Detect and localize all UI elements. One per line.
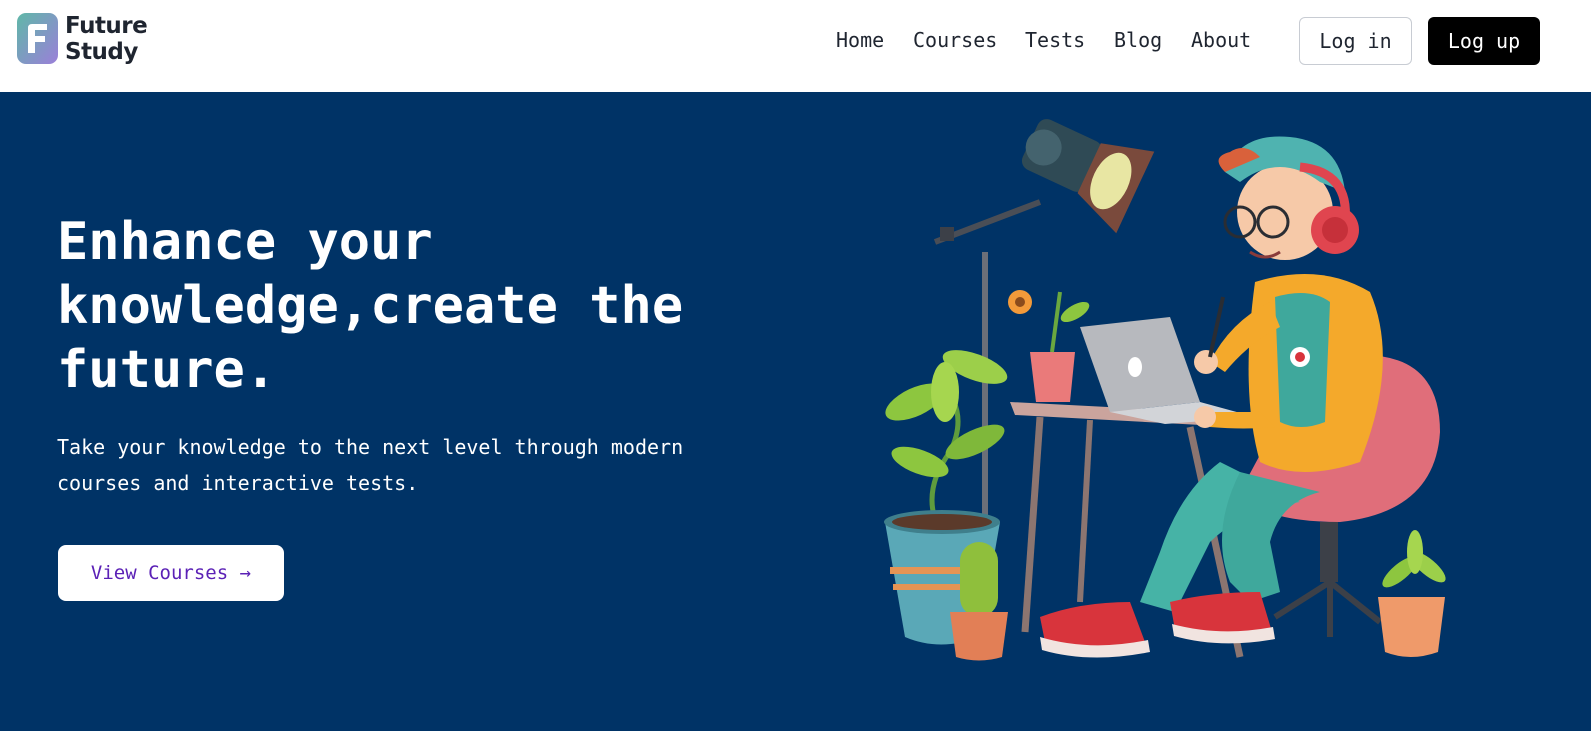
nav-tests[interactable]: Tests (1025, 28, 1085, 52)
nav-home[interactable]: Home (836, 28, 884, 52)
brand-line1: Future (65, 13, 148, 39)
hero-section: Enhance your knowledge,create the future… (0, 92, 1591, 731)
view-courses-button[interactable]: View Courses → (58, 545, 284, 601)
hero-title-line3: future. (57, 340, 277, 400)
brand-logo[interactable]: Future Study (17, 13, 157, 69)
brand-name: Future Study (65, 13, 148, 65)
student-illustration (884, 119, 1446, 661)
hero-subtitle-line2: courses and interactive tests. (57, 471, 419, 495)
hero-subtitle: Take your knowledge to the next level th… (57, 429, 827, 501)
hero-subtitle-line1: Take your knowledge to the next level th… (57, 435, 684, 459)
logup-button[interactable]: Log up (1428, 17, 1540, 65)
logo-icon (17, 13, 58, 64)
brand-line2: Study (65, 39, 138, 65)
hero-title: Enhance your knowledge,create the future… (57, 210, 777, 402)
nav-blog[interactable]: Blog (1114, 28, 1162, 52)
hero-title-line2: knowledge,create the (57, 276, 684, 336)
nav-about[interactable]: About (1191, 28, 1251, 52)
nav-courses[interactable]: Courses (913, 28, 997, 52)
site-header: Future Study Home Courses Tests Blog Abo… (0, 0, 1591, 92)
hero-title-line1: Enhance your (57, 212, 433, 272)
login-button[interactable]: Log in (1299, 17, 1412, 65)
